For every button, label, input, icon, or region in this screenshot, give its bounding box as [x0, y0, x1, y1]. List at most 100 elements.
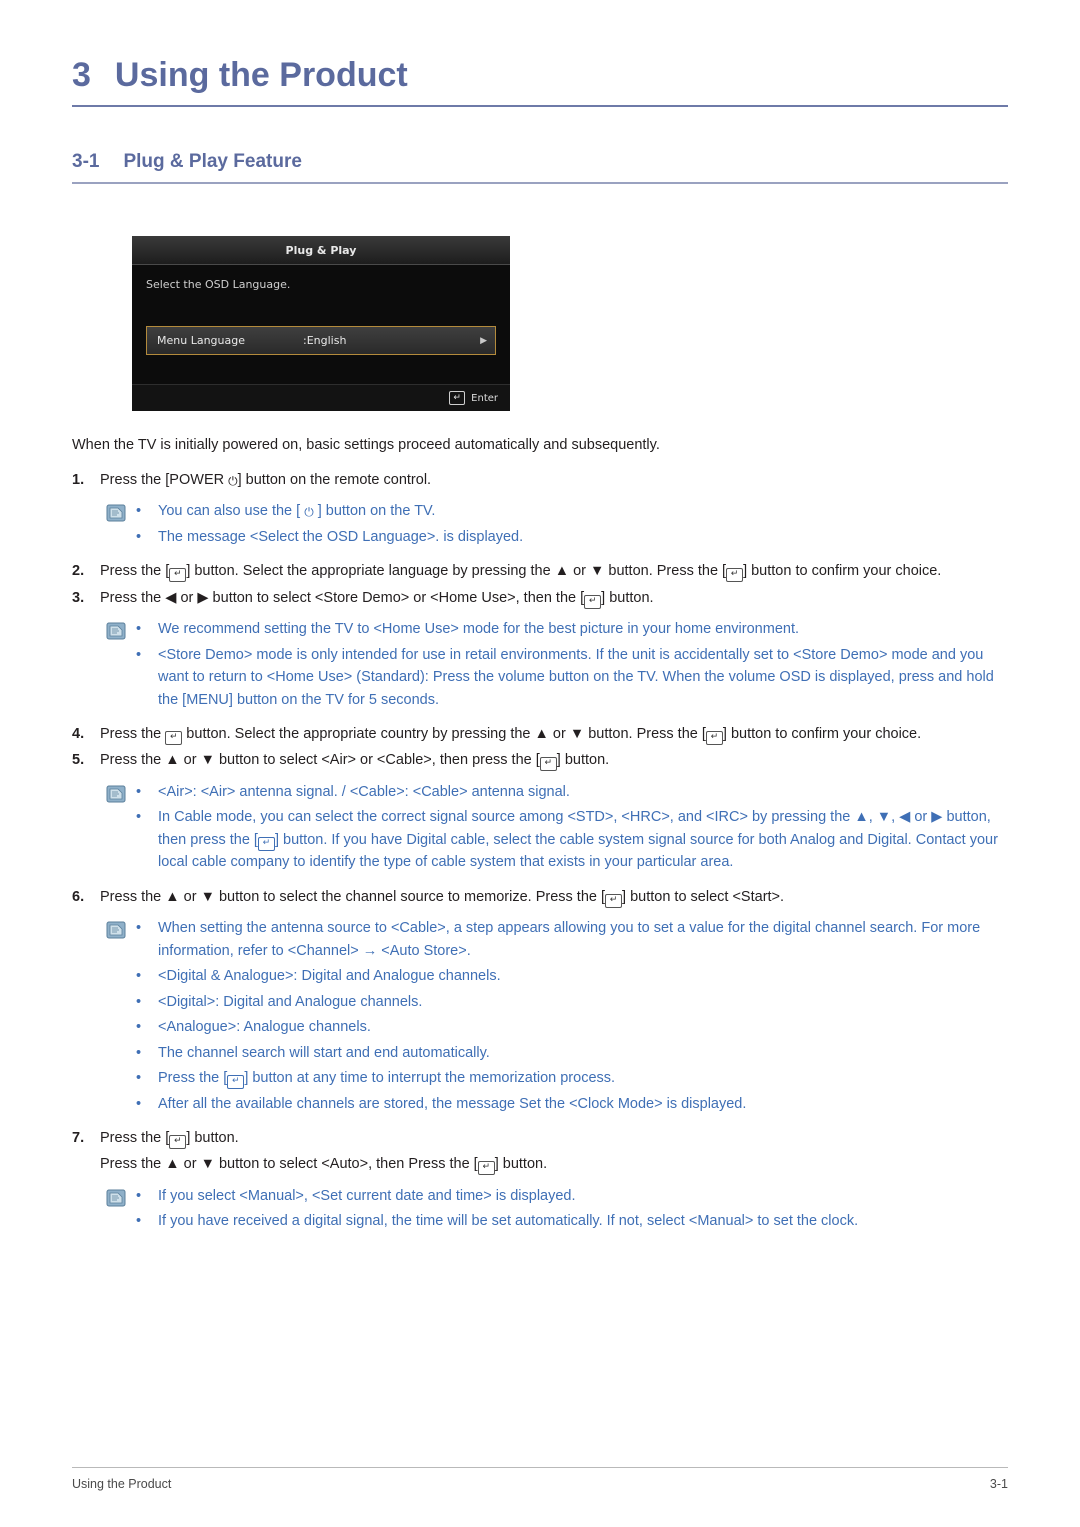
step-text: Press the [↵] button. Select the appropr… — [100, 560, 1008, 583]
step-item: 7. Press the [↵] button. — [72, 1127, 1008, 1149]
note-item-text: If you have received a digital signal, t… — [158, 1213, 859, 1230]
osd-row-value: :English — [302, 334, 347, 347]
note-item-text: In Cable mode, you can select the correc… — [158, 809, 998, 871]
note-block-5: • <Air>: <Air> antenna signal. / <Cable>:… — [106, 781, 1008, 877]
step-number-spacer — [72, 1153, 100, 1175]
note-block-1: • You can also use the [ ⏻ ] button on th… — [106, 500, 1008, 551]
note-item-text: After all the available channels are sto… — [158, 1095, 747, 1112]
osd-footer: ↵ Enter — [132, 384, 510, 411]
note-item-list: • When setting the antenna source to <Cab… — [136, 917, 1008, 1118]
note-item: • If you have received a digital signal, … — [136, 1210, 1008, 1232]
note-item: • The channel search will start and end a… — [136, 1042, 1008, 1064]
chevron-right-icon: ▶ — [480, 335, 487, 346]
power-icon: ⏻ — [228, 473, 238, 488]
step-item: 2. Press the [↵] button. Select the appro… — [72, 560, 1008, 583]
note-item-text: We recommend setting the TV to <Home Use… — [158, 621, 800, 638]
note-item: • <Air>: <Air> antenna signal. / <Cable>:… — [136, 781, 1008, 803]
enter-key-icon: ↵ — [705, 730, 723, 745]
note-icon — [106, 500, 136, 522]
enter-key-icon: ↵ — [165, 730, 183, 745]
note-item-text: <Store Demo> mode is only intended for u… — [158, 646, 994, 708]
chapter-heading: 3 Using the Product — [72, 0, 1008, 107]
note-icon — [106, 917, 136, 939]
note-item-text: <Air>: <Air> antenna signal. / <Cable>: … — [158, 783, 570, 800]
note-item-text: <Digital>: Digital and Analogue channels… — [158, 993, 423, 1010]
step-number: 5. — [72, 752, 85, 769]
step-text: Press the [POWER ⏻] button on the remote… — [100, 469, 1008, 491]
bullet-icon: • — [136, 1070, 142, 1087]
enter-key-icon: ↵ — [605, 893, 623, 908]
enter-key-icon: ↵ — [539, 757, 557, 772]
bullet-icon: • — [136, 1187, 142, 1204]
bullet-icon: • — [136, 503, 142, 520]
bullet-icon: • — [136, 1019, 142, 1036]
step-text: Press the [↵] button. — [100, 1127, 1008, 1149]
step-number: 3. — [72, 589, 85, 606]
note-block-6: • When setting the antenna source to <Cab… — [106, 917, 1008, 1118]
enter-key-icon: ↵ — [169, 568, 187, 583]
note-item: • <Digital & Analogue>: Digital and Analo… — [136, 965, 1008, 987]
enter-key-icon: ↵ — [477, 1161, 495, 1176]
page-footer: Using the Product 3-1 — [72, 1467, 1008, 1491]
note-item: • <Store Demo> mode is only intended for … — [136, 644, 1008, 711]
bullet-icon: • — [136, 621, 142, 638]
bullet-icon: • — [136, 1213, 142, 1230]
osd-illustration: Plug & Play Select the OSD Language. Men… — [132, 236, 510, 411]
step-number: 7. — [72, 1130, 85, 1146]
bullet-icon: • — [136, 993, 142, 1010]
note-item: • After all the available channels are st… — [136, 1093, 1008, 1115]
osd-subtitle: Select the OSD Language. — [146, 278, 291, 291]
bullet-icon: • — [136, 920, 142, 937]
osd-row-label: Menu Language — [157, 334, 245, 347]
note-item-list: • <Air>: <Air> antenna signal. / <Cable>:… — [136, 781, 1008, 877]
step-item: 3. Press the ◀ or ▶ button to select <Sto… — [72, 587, 1008, 609]
bullet-icon: • — [136, 809, 142, 826]
osd-screen: Plug & Play Select the OSD Language. Men… — [132, 236, 510, 411]
note-item-list: • We recommend setting the TV to <Home Us… — [136, 618, 1008, 714]
enter-key-icon: ↵ — [257, 836, 275, 851]
note-item-text: <Analogue>: Analogue channels. — [158, 1019, 371, 1036]
note-item-text: Press the [↵] button at any time to inte… — [158, 1067, 1008, 1090]
enter-key-icon: ↵ — [584, 594, 602, 609]
note-item-list: • If you select <Manual>, <Set current da… — [136, 1185, 1008, 1236]
note-item-text: The channel search will start and end au… — [158, 1044, 490, 1061]
note-item-text: The message <Select the OSD Language>. i… — [158, 528, 524, 545]
osd-menu-language-row: Menu Language :English ▶ — [146, 326, 496, 355]
power-icon: ⏻ — [304, 505, 314, 520]
note-item: • <Digital>: Digital and Analogue channel… — [136, 991, 1008, 1013]
bullet-icon: • — [136, 1044, 142, 1061]
enter-key-icon: ↵ — [169, 1135, 187, 1149]
step-text: Press the ◀ or ▶ button to select <Store… — [100, 587, 1008, 609]
step-text: Press the ▲ or ▼ button to select <Auto>… — [100, 1153, 1008, 1176]
bullet-icon: • — [136, 783, 142, 800]
step-text: Press the ▲ or ▼ button to select the ch… — [100, 886, 1008, 908]
note-item: • Press the [↵] button at any time to int… — [136, 1067, 1008, 1090]
step-number: 4. — [72, 725, 85, 742]
note-item: • If you select <Manual>, <Set current da… — [136, 1185, 1008, 1207]
section-heading: 3-1 Plug & Play Feature — [72, 151, 1008, 184]
step-number: 1. — [72, 471, 85, 488]
note-item: • The message <Select the OSD Language>. … — [136, 526, 1008, 548]
footer-right: 3-1 — [989, 1477, 1008, 1491]
bullet-icon: • — [136, 528, 142, 545]
steps-list: 1. Press the [POWER ⏻] button on the remo… — [72, 469, 1008, 1236]
step-text: Press the ▲ or ▼ button to select <Air> … — [100, 749, 1008, 772]
note-item: • We recommend setting the TV to <Home Us… — [136, 618, 1008, 640]
note-item-text: <Digital & Analogue>: Digital and Analog… — [158, 968, 501, 985]
note-item: • You can also use the [ ⏻ ] button on th… — [136, 500, 1008, 522]
intro-paragraph: When the TV is initially powered on, bas… — [72, 437, 660, 453]
note-item: • <Analogue>: Analogue channels. — [136, 1016, 1008, 1038]
bullet-icon: • — [136, 1095, 142, 1112]
document-page: 3 Using the Product 3-1 Plug & Play Feat… — [0, 0, 1080, 1527]
osd-title: Plug & Play — [132, 236, 510, 265]
note-icon — [106, 1185, 136, 1207]
bullet-icon: • — [136, 968, 142, 985]
step-number: 2. — [72, 563, 85, 580]
note-block-3: • We recommend setting the TV to <Home Us… — [106, 618, 1008, 714]
enter-key-icon: ↵ — [449, 391, 466, 405]
note-icon — [106, 618, 136, 640]
note-item-text: You can also use the [ ⏻ ] button on the… — [158, 500, 1008, 522]
step-item: 6. Press the ▲ or ▼ button to select the … — [72, 886, 1008, 908]
chapter-number: 3 — [72, 56, 91, 94]
step-item: 4. Press the ↵ button. Select the appropr… — [72, 723, 1008, 745]
